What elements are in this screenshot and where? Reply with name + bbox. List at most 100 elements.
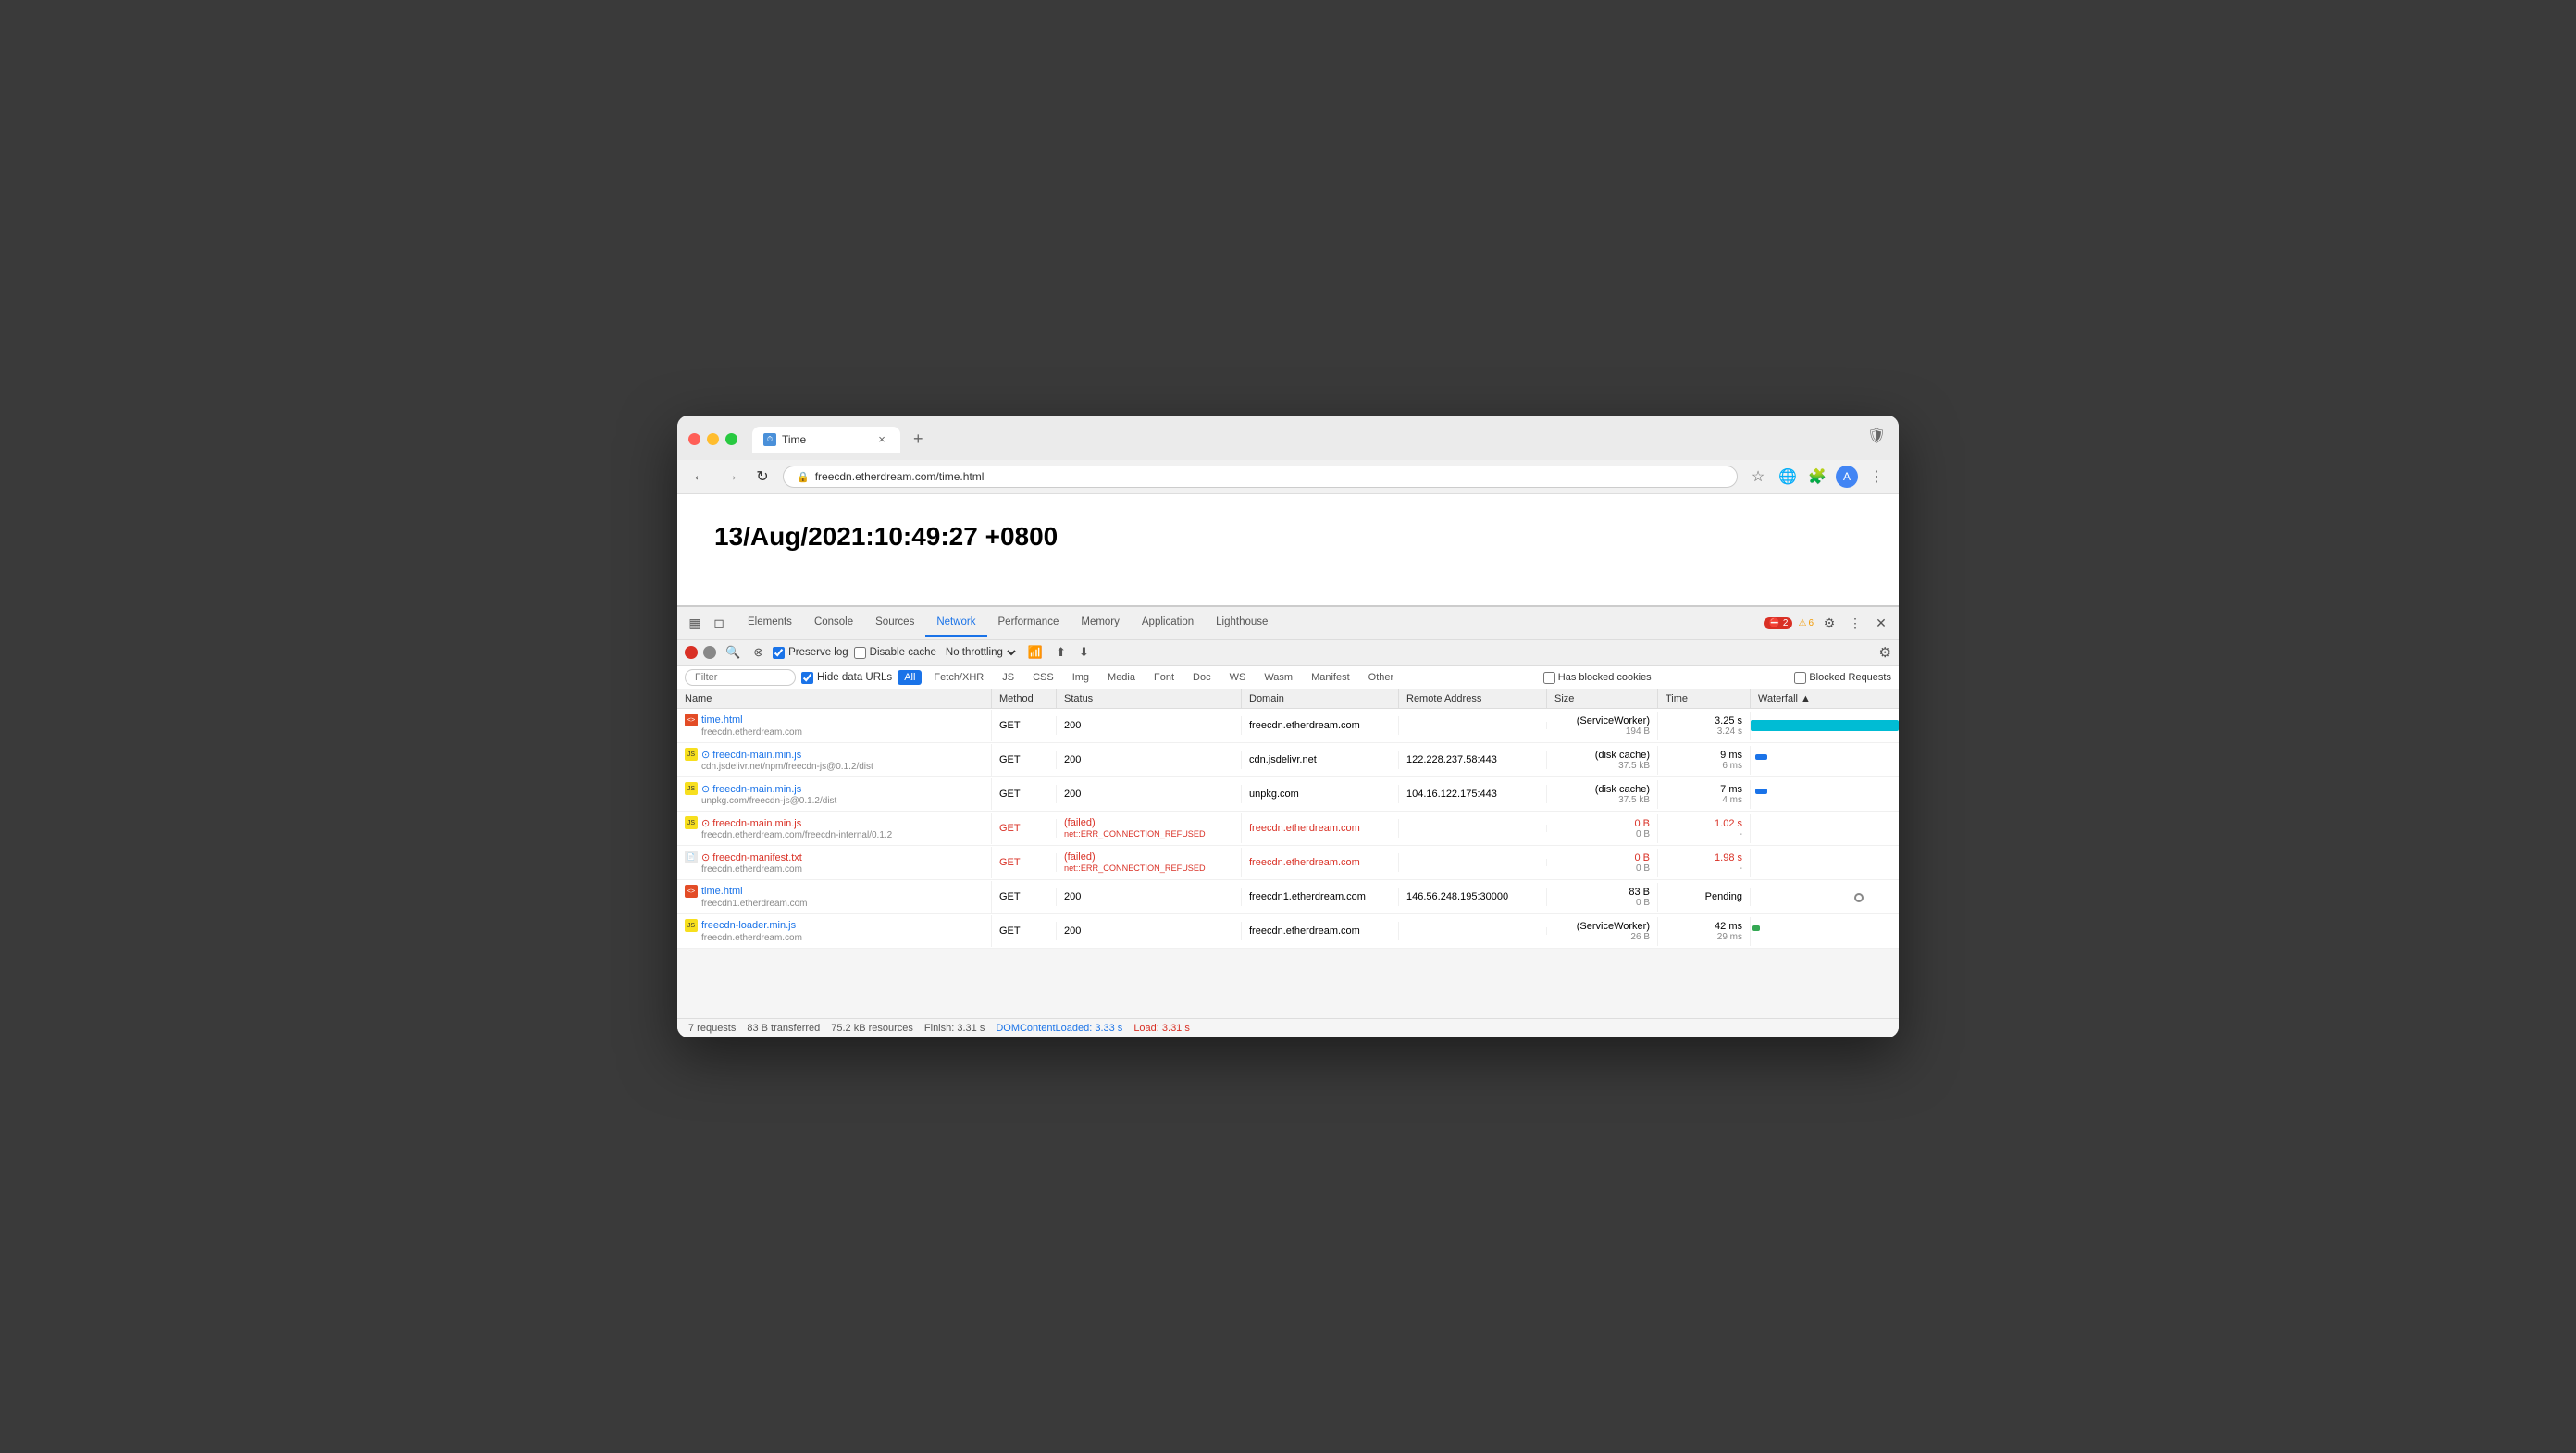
table-row[interactable]: JS freecdn-loader.min.js freecdn.etherdr… xyxy=(677,914,1899,949)
tab-elements[interactable]: Elements xyxy=(737,609,803,637)
filter-type-manifest[interactable]: Manifest xyxy=(1305,670,1356,685)
table-row[interactable]: JS ⊙ freecdn-main.min.js freecdn.etherdr… xyxy=(677,812,1899,846)
star-icon[interactable]: ☆ xyxy=(1747,466,1769,488)
tab-sources[interactable]: Sources xyxy=(864,609,925,637)
refresh-button[interactable]: ↻ xyxy=(751,466,774,488)
remote-address xyxy=(1399,859,1547,866)
filter-type-ws[interactable]: WS xyxy=(1223,670,1253,685)
device-icon[interactable]: ◻ xyxy=(709,613,729,633)
filter-type-fetch[interactable]: Fetch/XHR xyxy=(927,670,990,685)
network-toolbar: 🔍 ⊗ Preserve log Disable cache No thrott… xyxy=(677,640,1899,666)
record-button[interactable] xyxy=(685,646,698,659)
file-domain: freecdn.etherdream.com xyxy=(701,864,802,875)
network-table: Name Method Status Domain Remote Address… xyxy=(677,689,1899,1018)
filter-type-other[interactable]: Other xyxy=(1362,670,1401,685)
status: (failed)net::ERR_CONNECTION_REFUSED xyxy=(1064,817,1206,839)
disable-cache-input[interactable] xyxy=(854,647,866,659)
filter-type-js[interactable]: JS xyxy=(996,670,1021,685)
warn-badge: ⚠6 xyxy=(1798,618,1814,628)
tab-performance[interactable]: Performance xyxy=(987,609,1071,637)
col-size[interactable]: Size xyxy=(1547,689,1658,708)
blocked-requests-checkbox[interactable]: Blocked Requests xyxy=(1794,672,1891,684)
col-status[interactable]: Status xyxy=(1057,689,1242,708)
devtools-tabs: ▦ ◻ Elements Console Sources Network Per… xyxy=(677,607,1899,640)
inspect-icon[interactable]: ▦ xyxy=(685,613,705,633)
preserve-log-input[interactable] xyxy=(773,647,785,659)
time: 3.25 s3.24 s xyxy=(1658,712,1751,740)
filter-type-img[interactable]: Img xyxy=(1066,670,1096,685)
file-icon: JS xyxy=(685,748,698,761)
filter-input[interactable] xyxy=(685,669,796,686)
disable-cache-checkbox[interactable]: Disable cache xyxy=(854,647,936,659)
address-field[interactable]: 🔒 freecdn.etherdream.com/time.html xyxy=(783,466,1738,488)
tab-console[interactable]: Console xyxy=(803,609,864,637)
maximize-button[interactable] xyxy=(725,433,737,445)
profile-icon[interactable]: A xyxy=(1836,466,1858,488)
remote-address xyxy=(1399,825,1547,832)
filter-type-font[interactable]: Font xyxy=(1147,670,1181,685)
earth-icon[interactable]: 🌐 xyxy=(1777,466,1799,488)
filter-icon[interactable]: 🔍 xyxy=(722,643,744,662)
tab-network[interactable]: Network xyxy=(925,609,986,637)
funnel-icon[interactable]: ⊗ xyxy=(749,643,767,662)
col-method[interactable]: Method xyxy=(992,689,1057,708)
waterfall xyxy=(1751,709,1899,742)
tab-close-button[interactable]: × xyxy=(874,432,889,447)
back-button[interactable]: ← xyxy=(688,466,711,488)
tab-memory[interactable]: Memory xyxy=(1070,609,1131,637)
file-icon: JS xyxy=(685,919,698,932)
puzzle-icon[interactable]: 🧩 xyxy=(1806,466,1828,488)
domain: freecdn.etherdream.com xyxy=(1242,853,1399,872)
col-waterfall[interactable]: Waterfall ▲ xyxy=(1751,689,1899,708)
forward-button[interactable]: → xyxy=(720,466,742,488)
wifi-icon[interactable]: 📶 xyxy=(1024,643,1046,662)
method: GET xyxy=(992,751,1057,769)
upload-icon[interactable]: ⬆ xyxy=(1052,643,1070,662)
table-row[interactable]: <> time.html freecdn.etherdream.com GET2… xyxy=(677,709,1899,743)
table-row[interactable]: JS ⊙ freecdn-main.min.js unpkg.com/freec… xyxy=(677,777,1899,812)
load-time[interactable]: Load: 3.31 s xyxy=(1133,1023,1190,1034)
dom-content-loaded[interactable]: DOMContentLoaded: 3.33 s xyxy=(996,1023,1122,1034)
waterfall xyxy=(1751,777,1899,811)
more-icon[interactable]: ⋮ xyxy=(1845,613,1865,633)
col-remote[interactable]: Remote Address xyxy=(1399,689,1547,708)
tab-application[interactable]: Application xyxy=(1131,609,1205,637)
url-text: freecdn.etherdream.com/time.html xyxy=(815,470,985,483)
filter-type-all[interactable]: All xyxy=(898,670,922,685)
col-time[interactable]: Time xyxy=(1658,689,1751,708)
new-tab-button[interactable]: + xyxy=(908,426,929,453)
close-button[interactable] xyxy=(688,433,700,445)
hide-data-urls-input[interactable] xyxy=(801,672,813,684)
settings-icon[interactable]: ⚙ xyxy=(1819,613,1839,633)
hide-data-urls-checkbox[interactable]: Hide data URLs xyxy=(801,672,892,684)
table-row[interactable]: JS ⊙ freecdn-main.min.js cdn.jsdelivr.ne… xyxy=(677,743,1899,777)
menu-icon[interactable]: ⋮ xyxy=(1865,466,1888,488)
file-name: time.html xyxy=(701,886,743,897)
filter-type-media[interactable]: Media xyxy=(1101,670,1142,685)
col-name[interactable]: Name xyxy=(677,689,992,708)
download-icon[interactable]: ⬇ xyxy=(1075,643,1093,662)
page-content: 13/Aug/2021:10:49:27 +0800 xyxy=(677,494,1899,605)
col-domain[interactable]: Domain xyxy=(1242,689,1399,708)
close-devtools-icon[interactable]: ✕ xyxy=(1871,613,1891,633)
remote-address xyxy=(1399,722,1547,729)
active-tab[interactable]: ⏱ Time × xyxy=(752,427,900,453)
error-badge: ⛔2 xyxy=(1764,617,1792,629)
file-name: freecdn-loader.min.js xyxy=(701,920,796,931)
table-row[interactable]: <> time.html freecdn1.etherdream.com GET… xyxy=(677,880,1899,914)
minimize-button[interactable] xyxy=(707,433,719,445)
stop-button[interactable] xyxy=(703,646,716,659)
filter-type-css[interactable]: CSS xyxy=(1026,670,1060,685)
address-bar: ← → ↻ 🔒 freecdn.etherdream.com/time.html… xyxy=(677,460,1899,494)
filter-type-doc[interactable]: Doc xyxy=(1186,670,1218,685)
file-icon: <> xyxy=(685,714,698,726)
domain: cdn.jsdelivr.net xyxy=(1242,751,1399,769)
preserve-log-checkbox[interactable]: Preserve log xyxy=(773,647,848,659)
throttle-select[interactable]: No throttling Fast 3G Slow 3G xyxy=(942,646,1019,659)
table-row[interactable]: 📄 ⊙ freecdn-manifest.txt freecdn.etherdr… xyxy=(677,846,1899,880)
has-blocked-cookies-checkbox[interactable]: Has blocked cookies xyxy=(1543,672,1652,684)
network-settings-icon[interactable]: ⚙ xyxy=(1879,644,1891,661)
filter-type-wasm[interactable]: Wasm xyxy=(1257,670,1299,685)
waterfall xyxy=(1751,743,1899,776)
tab-lighthouse[interactable]: Lighthouse xyxy=(1205,609,1279,637)
